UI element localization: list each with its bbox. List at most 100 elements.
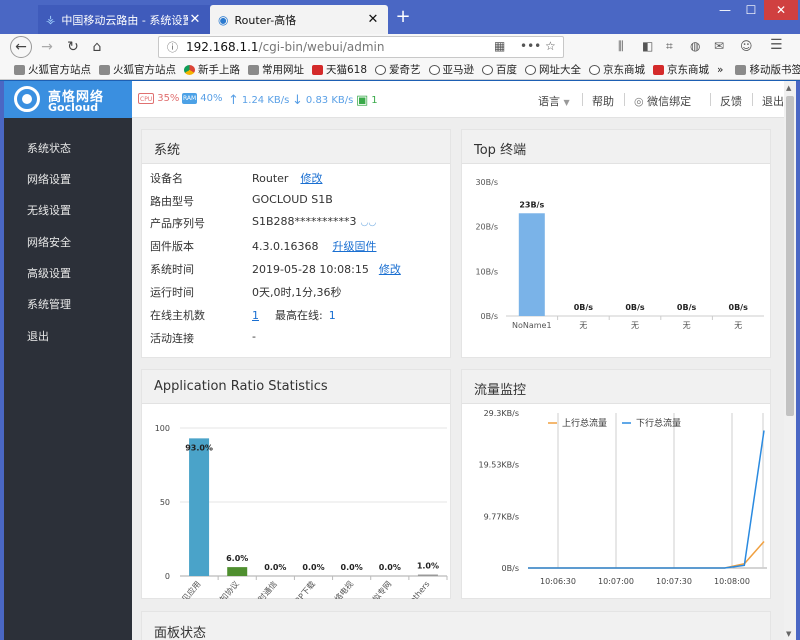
divider xyxy=(624,93,625,106)
home-icon[interactable]: ⌂ xyxy=(86,37,108,57)
bookmark-item[interactable]: 火狐官方站点 xyxy=(14,62,91,77)
globe-icon xyxy=(428,64,440,75)
x-tick-label: 10:08:00 xyxy=(714,577,750,586)
ram-usage: RAM 40% xyxy=(182,93,223,104)
site-info-icon[interactable]: ⓘ xyxy=(167,39,178,55)
cpu-icon: CPU xyxy=(138,93,155,104)
bookmark-item[interactable]: 百度 xyxy=(482,62,517,77)
close-icon[interactable]: ✕ xyxy=(366,12,380,27)
close-window-button[interactable]: ✕ xyxy=(764,0,798,20)
y-tick-label: 50 xyxy=(160,498,170,507)
close-icon[interactable]: ✕ xyxy=(188,12,202,27)
new-tab-button[interactable]: + xyxy=(393,6,413,28)
wechat-bind-link[interactable]: ◎ 微信绑定 xyxy=(634,93,691,109)
bar-value-label: 93.0% xyxy=(185,443,213,452)
library-icon[interactable]: ⫼ xyxy=(618,39,624,54)
x-tick-label: 网络电视 xyxy=(327,579,355,599)
bookmark-item[interactable]: 京东商城 xyxy=(589,62,645,77)
logout-link[interactable]: 退出 xyxy=(762,93,784,109)
row-label-system-time: 系统时间 xyxy=(150,263,194,276)
bookmark-item[interactable]: 京东商城 xyxy=(653,62,709,77)
window-border xyxy=(796,81,800,640)
top-status-bar: 高恪网络 Gocloud CPU 35% RAM 40% ↑ 1.24 KB/s ↓ 0… xyxy=(4,81,796,118)
sidebar-toggle-icon[interactable]: ◧ xyxy=(642,39,653,53)
bookmark-item[interactable]: 网址大全 xyxy=(525,62,581,77)
bookmark-item[interactable]: 火狐官方站点 xyxy=(99,62,176,77)
chat-icon[interactable]: ◍ xyxy=(690,39,700,53)
help-link[interactable]: 帮助 xyxy=(592,93,614,109)
scrollbar-thumb[interactable] xyxy=(786,96,794,416)
x-tick-label: 10:07:30 xyxy=(656,577,692,586)
y-tick-label: 0B/s xyxy=(502,564,519,573)
scroll-down-icon[interactable]: ▼ xyxy=(786,630,791,638)
bookmarks-overflow-icon[interactable]: » xyxy=(717,64,723,76)
max-online-value[interactable]: 1 xyxy=(329,309,336,322)
jd-icon xyxy=(653,64,665,75)
url-host: 192.168.1.1 xyxy=(186,40,259,54)
x-tick-label: 10:07:00 xyxy=(598,577,634,586)
firmware-value: 4.3.0.16368 升级固件 xyxy=(252,240,377,253)
sidebar-item-advanced-settings[interactable]: 高级设置 xyxy=(27,265,71,281)
x-tick-label: 未知协议 xyxy=(213,579,241,599)
y-tick-label: 100 xyxy=(155,424,170,433)
x-tick-label: 无 xyxy=(579,321,587,330)
bookmark-item[interactable]: 天猫618 xyxy=(312,62,367,77)
bar xyxy=(417,574,438,576)
bookmark-item[interactable]: 常用网址 xyxy=(248,62,304,77)
system-time-value: 2019-05-28 10:08:15 修改 xyxy=(252,263,401,276)
app-ratio-chart: 100 50 0 93.0% 常见应用 6.0% 未知协议 0.0% 即时通信 0.0% P2P下载… xyxy=(155,424,448,599)
row-label-uptime: 运行时间 xyxy=(150,286,194,299)
browser-tab-router-gocloud[interactable]: ◉ Router-高恪 ✕ xyxy=(210,5,388,34)
screenshot-icon[interactable]: ⌗ xyxy=(666,39,673,54)
y-tick-label: 0B/s xyxy=(481,312,498,321)
sidebar-item-network-security[interactable]: 网络安全 xyxy=(27,234,71,250)
router-admin-page: 高恪网络 Gocloud CPU 35% RAM 40% ↑ 1.24 KB/s ↓ 0… xyxy=(4,81,796,640)
ram-icon: RAM xyxy=(182,93,198,104)
bookmark-item[interactable]: 移动版书签 xyxy=(735,62,800,77)
online-hosts-link[interactable]: 1 xyxy=(252,309,259,322)
sidebar-item-logout[interactable]: 退出 xyxy=(27,328,49,344)
bar-value-label: 0B/s xyxy=(677,303,697,312)
language-menu[interactable]: 语言 ▼ xyxy=(538,93,570,109)
sidebar-item-system-status[interactable]: 系统状态 xyxy=(27,140,71,156)
sidebar-item-wireless-settings[interactable]: 无线设置 xyxy=(27,202,71,218)
menu-icon[interactable]: ☰ xyxy=(770,37,783,53)
bar-value-label: 0.0% xyxy=(341,563,363,572)
reload-icon[interactable]: ↻ xyxy=(62,37,84,57)
more-actions-icon[interactable]: ••• xyxy=(520,39,541,53)
scroll-up-icon[interactable]: ▲ xyxy=(786,84,791,92)
reveal-eye-icon[interactable]: ◡◡ xyxy=(361,218,377,228)
logo-text-en: Gocloud xyxy=(48,101,99,114)
minimize-button[interactable]: — xyxy=(712,0,738,20)
forward-arrow-icon[interactable]: → xyxy=(36,37,58,57)
browser-tab-router-settings[interactable]: ⚶ 中国移动云路由 - 系统设置 ✕ xyxy=(38,5,210,34)
feedback-link[interactable]: 反馈 xyxy=(720,93,742,109)
x-tick-label: 虚拟专网 xyxy=(365,579,393,599)
account-icon[interactable]: ☺ xyxy=(740,39,753,53)
gocloud-logo[interactable]: 高恪网络 Gocloud xyxy=(4,81,132,118)
edit-time-link[interactable]: 修改 xyxy=(379,263,401,276)
mail-icon[interactable]: ✉ xyxy=(714,39,724,53)
serial-value: S1B288**********3 ◡◡ xyxy=(252,215,377,228)
bookmark-item[interactable]: 爱奇艺 xyxy=(375,62,421,77)
globe-icon: ◉ xyxy=(218,12,229,27)
download-speed: ↓ 0.83 KB/s xyxy=(292,93,354,108)
bookmark-item[interactable]: 新手上路 xyxy=(184,62,240,77)
qr-code-icon[interactable]: ▦ xyxy=(494,39,505,53)
bookmarks-bar: 火狐官方站点 火狐官方站点 新手上路 常用网址 天猫618 爱奇艺 亚马逊 百度… xyxy=(0,60,800,80)
x-tick-label: 常见应用 xyxy=(174,579,202,599)
divider xyxy=(752,93,753,106)
sidebar-item-system-management[interactable]: 系统管理 xyxy=(27,296,71,312)
upgrade-firmware-link[interactable]: 升级固件 xyxy=(332,240,376,253)
uptime-value: 0天,0时,1分,36秒 xyxy=(252,286,342,299)
y-tick-label: 0 xyxy=(165,572,170,581)
edit-device-name-link[interactable]: 修改 xyxy=(300,172,322,185)
folder-icon xyxy=(735,64,747,75)
row-label-serial: 产品序列号 xyxy=(150,217,205,230)
bookmark-item[interactable]: 亚马逊 xyxy=(428,62,474,77)
back-arrow-icon[interactable]: ← xyxy=(10,36,32,58)
sidebar-item-network-settings[interactable]: 网络设置 xyxy=(27,171,71,187)
maximize-button[interactable]: ☐ xyxy=(738,0,764,20)
x-tick-label: NoName1 xyxy=(512,321,552,330)
bookmark-star-icon[interactable]: ☆ xyxy=(545,39,556,53)
